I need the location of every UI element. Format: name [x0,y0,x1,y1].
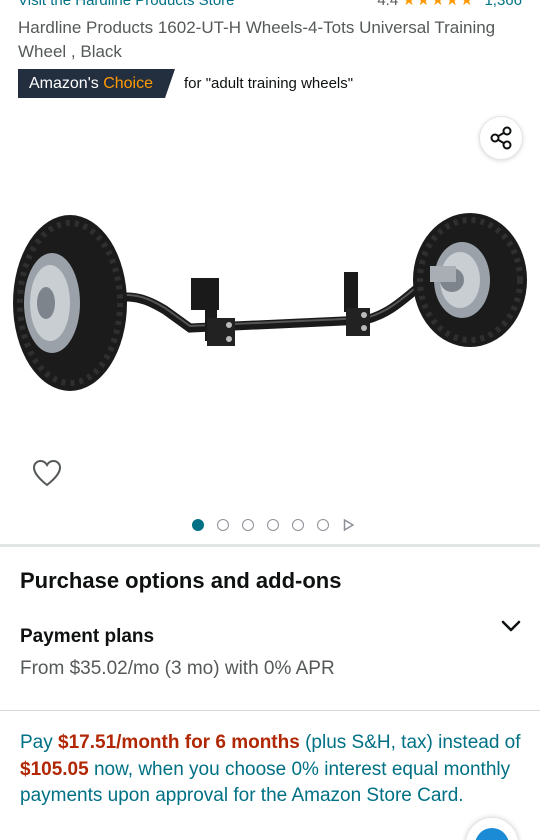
carousel-dot[interactable] [292,519,304,531]
rating-value: 4.4 [377,0,399,9]
image-carousel-dots [0,519,540,531]
amazons-choice-row: Amazon's Choice for "adult training whee… [18,69,353,98]
payment-plans-summary: From $35.02/mo (3 mo) with 0% APR [20,658,335,679]
star-rating-icon: ★★★★★ [402,0,475,9]
store-link[interactable]: Visit the Hardline Products Store [18,0,377,9]
badge-choice-word: Choice [103,75,154,92]
carousel-dot[interactable] [267,519,279,531]
share-button[interactable] [479,116,523,160]
section-divider [0,710,540,711]
product-page: Visit the Hardline Products Store 4.4 ★★… [0,0,540,840]
offer-pay-word: Pay [20,732,53,753]
play-triangle-icon [343,519,354,531]
offer-total-price: $105.05 [20,758,89,780]
badge-prefix: Amazon's [29,75,99,92]
carousel-dot[interactable] [217,519,229,531]
payment-plans-label[interactable]: Payment plans [20,626,154,648]
assistant-icon [475,828,509,840]
heart-icon [32,459,62,487]
offer-monthly-price: $17.51/month for 6 months [58,732,300,753]
store-rating-strip: Visit the Hardline Products Store 4.4 ★★… [18,0,522,9]
amazons-choice-badge[interactable]: Amazon's Choice [18,69,175,98]
payment-plans-expand-button[interactable] [497,614,525,638]
rating-summary[interactable]: 4.4 ★★★★★ 1,366 [377,0,522,9]
review-count[interactable]: 1,366 [484,0,522,9]
offer-plus-text: (plus S&H, tax) instead of [305,732,521,753]
product-image[interactable] [0,200,540,410]
purchase-options-heading: Purchase options and add-ons [20,568,342,593]
offer-rest-text: now, when you choose 0% interest equal m… [20,758,511,807]
add-to-wishlist-button[interactable] [30,456,64,490]
store-card-offer[interactable]: Pay $17.51/month for 6 months (plus S&H,… [20,730,525,810]
floating-assistant-button[interactable] [466,818,518,840]
carousel-dot[interactable] [192,519,204,531]
chevron-down-icon [501,620,521,632]
share-icon [490,126,512,150]
product-title: Hardline Products 1602-UT-H Wheels-4-Tot… [18,18,496,61]
badge-keyword: for "adult training wheels" [184,75,354,92]
section-divider [0,544,540,547]
carousel-dot[interactable] [242,519,254,531]
carousel-more-button[interactable] [342,519,354,531]
carousel-dot[interactable] [317,519,329,531]
